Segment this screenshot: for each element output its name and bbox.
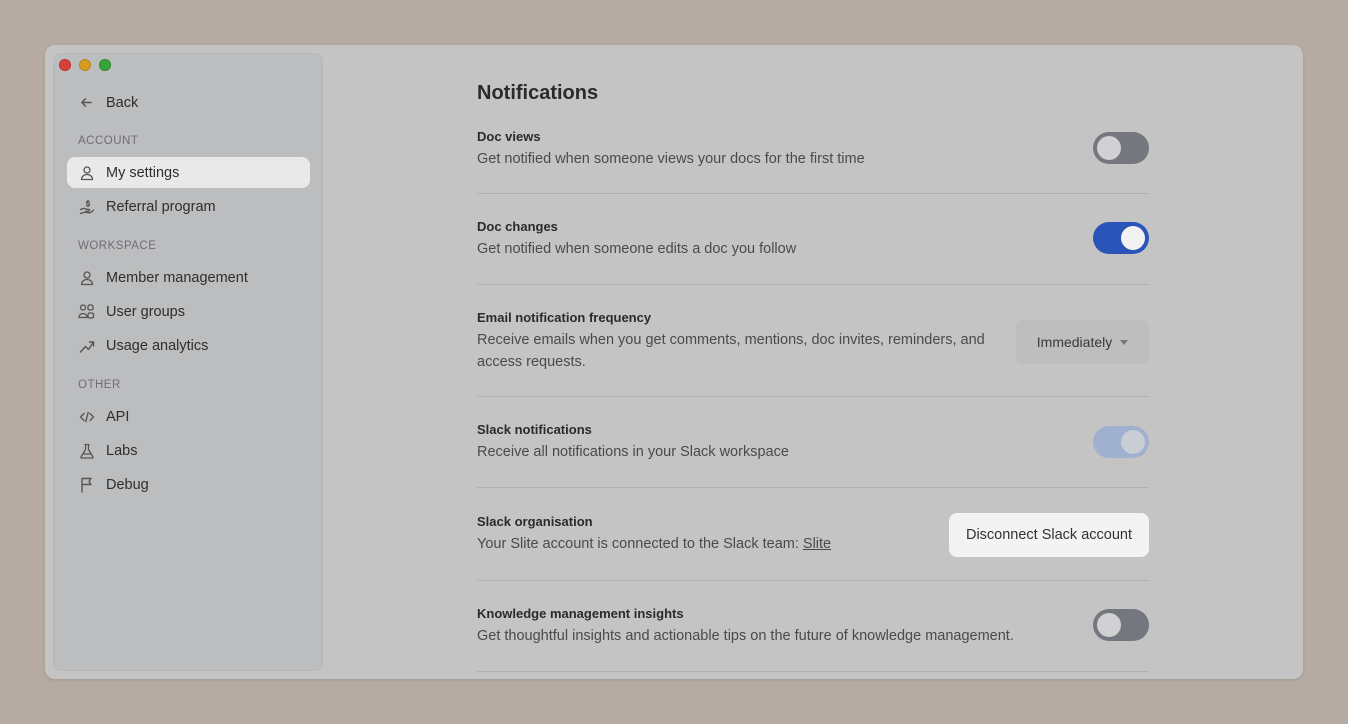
doc-views-toggle[interactable] xyxy=(1093,132,1149,164)
email-frequency-value: Immediately xyxy=(1036,334,1113,350)
flask-icon xyxy=(78,442,95,459)
setting-row-knowledge-insights: Knowledge management insights Get though… xyxy=(477,581,1149,672)
hand-coin-icon xyxy=(78,198,95,215)
slack-notifications-toggle[interactable] xyxy=(1093,426,1149,458)
user-icon xyxy=(78,269,95,286)
sidebar-item-user-groups[interactable]: User groups xyxy=(67,296,310,327)
sidebar-item-api[interactable]: API xyxy=(67,401,310,432)
window-controls xyxy=(59,59,111,71)
sidebar-item-label: Referral program xyxy=(106,198,216,215)
setting-description: Get thoughtful insights and actionable t… xyxy=(477,628,1014,644)
setting-row-slack-notifications: Slack notifications Receive all notifica… xyxy=(477,397,1149,488)
setting-description: Your Slite account is connected to the S… xyxy=(477,533,831,555)
code-icon xyxy=(78,408,95,425)
trend-up-icon xyxy=(78,337,95,354)
section-label-workspace: WORKSPACE xyxy=(78,240,157,252)
close-window-button[interactable] xyxy=(59,59,71,71)
slack-team-link[interactable]: Slite xyxy=(803,536,831,552)
section-label-account: ACCOUNT xyxy=(78,135,139,147)
settings-window: Back ACCOUNT My settings Referral progra… xyxy=(45,45,1303,679)
back-button[interactable]: Back xyxy=(67,87,310,118)
toggle-knob xyxy=(1097,613,1121,637)
sidebar-item-labs[interactable]: Labs xyxy=(67,435,310,466)
setting-description: Receive emails when you get comments, me… xyxy=(477,332,985,370)
users-group-icon xyxy=(78,303,95,320)
setting-description: Get notified when someone views your doc… xyxy=(477,151,865,167)
setting-title: Email notification frequency xyxy=(477,310,652,325)
sidebar-item-label: Labs xyxy=(106,442,138,459)
sidebar-item-referral-program[interactable]: Referral program xyxy=(67,191,310,222)
setting-row-doc-changes: Doc changes Get notified when someone ed… xyxy=(477,194,1149,285)
sidebar-item-label: Usage analytics xyxy=(106,337,209,354)
sidebar-item-label: User groups xyxy=(106,303,185,320)
section-label-other: OTHER xyxy=(78,379,121,391)
sidebar: Back ACCOUNT My settings Referral progra… xyxy=(53,53,323,671)
sidebar-item-member-management[interactable]: Member management xyxy=(67,262,310,293)
doc-changes-toggle[interactable] xyxy=(1093,222,1149,254)
setting-row-email-frequency: Email notification frequency Receive ema… xyxy=(477,285,1149,397)
user-icon xyxy=(78,164,95,181)
sidebar-item-usage-analytics[interactable]: Usage analytics xyxy=(67,330,310,361)
toggle-knob xyxy=(1097,136,1121,160)
arrow-left-icon xyxy=(78,94,95,111)
setting-description: Get notified when someone edits a doc yo… xyxy=(477,241,797,257)
sidebar-item-label: Debug xyxy=(106,476,149,493)
sidebar-item-label: Member management xyxy=(106,269,248,286)
setting-title: Slack organisation xyxy=(477,514,593,529)
sidebar-item-debug[interactable]: Debug xyxy=(67,469,310,500)
knowledge-insights-toggle[interactable] xyxy=(1093,609,1149,641)
setting-row-slack-organisation: Slack organisation Your Slite account is… xyxy=(477,488,1149,581)
sidebar-item-label: My settings xyxy=(106,164,180,181)
chevron-down-icon xyxy=(1120,339,1129,345)
setting-title: Slack notifications xyxy=(477,422,592,437)
setting-row-doc-views: Doc views Get notified when someone view… xyxy=(477,120,1149,194)
setting-title: Doc views xyxy=(477,129,541,144)
flag-icon xyxy=(78,476,95,493)
email-frequency-select[interactable]: Immediately xyxy=(1016,320,1149,364)
page-title: Notifications xyxy=(477,82,599,104)
toggle-knob xyxy=(1121,430,1145,454)
sidebar-item-my-settings[interactable]: My settings xyxy=(67,157,310,188)
setting-description-text: Your Slite account is connected to the S… xyxy=(477,536,799,552)
minimize-window-button[interactable] xyxy=(79,59,91,71)
sidebar-item-label: API xyxy=(106,408,130,425)
back-label: Back xyxy=(106,94,139,111)
maximize-window-button[interactable] xyxy=(99,59,111,71)
disconnect-slack-button[interactable]: Disconnect Slack account xyxy=(948,513,1149,557)
setting-title: Doc changes xyxy=(477,219,558,234)
toggle-knob xyxy=(1121,226,1145,250)
setting-title: Knowledge management insights xyxy=(477,606,684,621)
setting-description: Receive all notifications in your Slack … xyxy=(477,444,789,460)
